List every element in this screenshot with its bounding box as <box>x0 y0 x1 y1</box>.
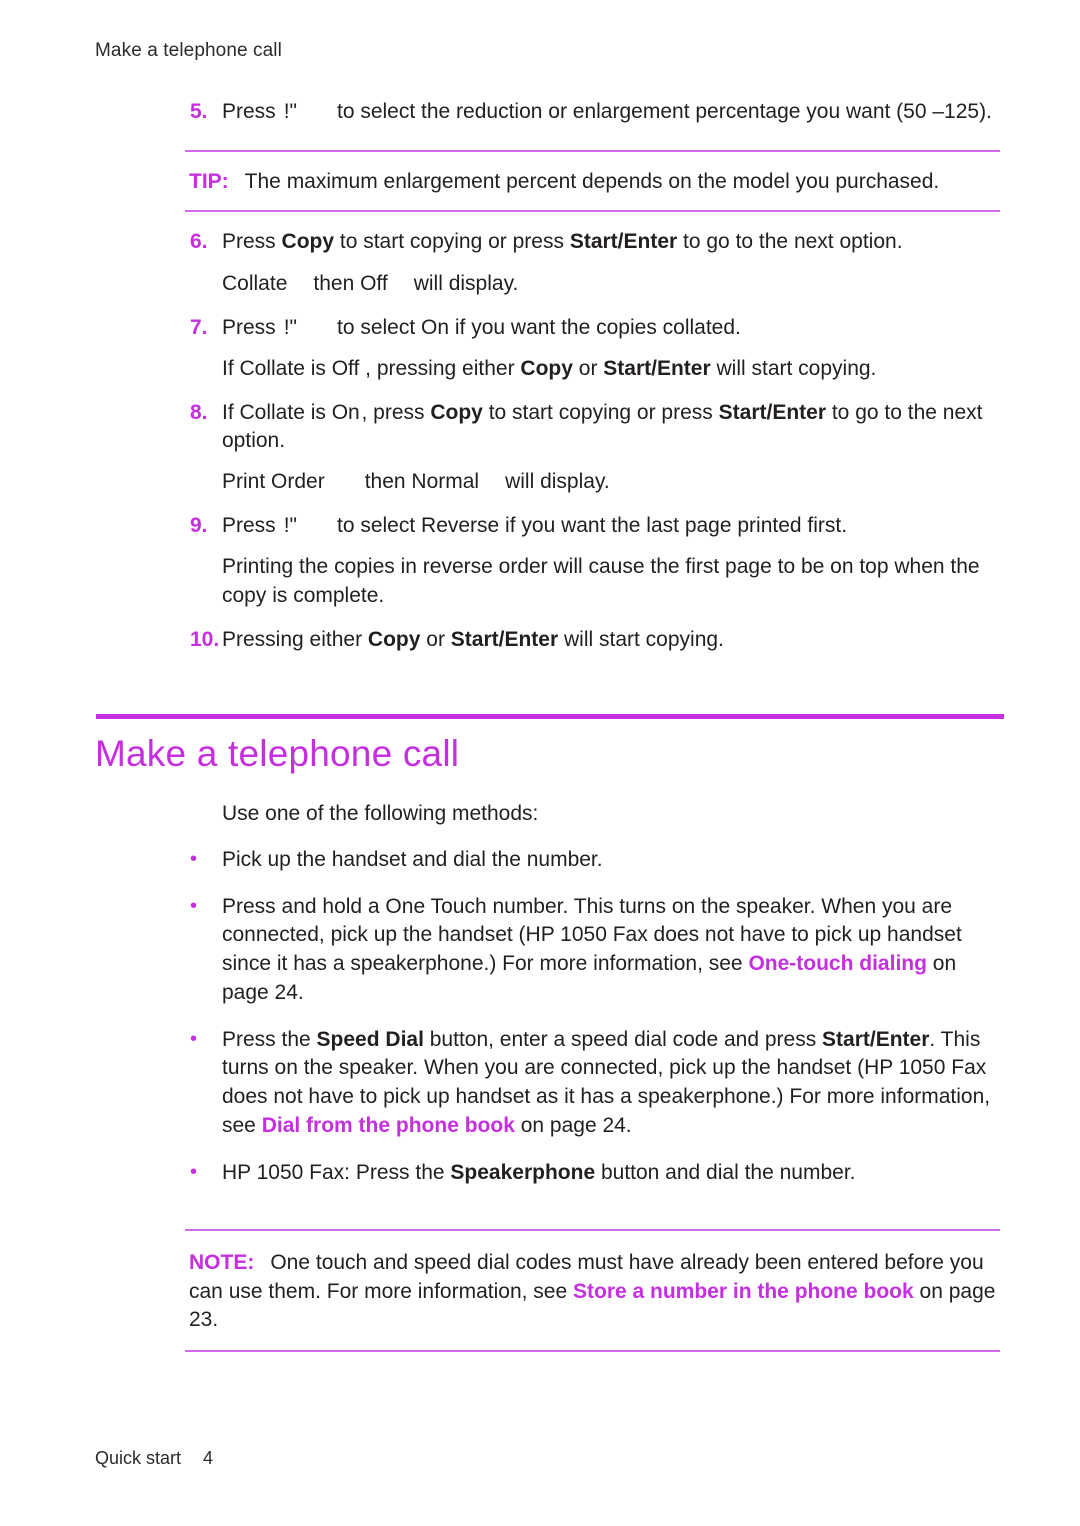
step-number: 8. <box>190 400 208 424</box>
list-item-text: Pick up the handset and dial the number. <box>222 847 603 871</box>
list-item-text-b: button and dial the number. <box>595 1160 856 1184</box>
step-text-post: to select Reverse if you want the last p… <box>336 514 848 538</box>
step-text-pre: Press <box>222 100 276 123</box>
button-name-speakerphone: Speakerphone <box>450 1160 596 1184</box>
step-text-a: Press <box>222 230 276 254</box>
step-text-pre: Press <box>222 514 276 538</box>
step-text-b: to start copying or press <box>339 230 564 254</box>
step-text: Pressing either Copy or Start/Enter will… <box>222 626 1005 654</box>
tip-label: TIP: <box>189 170 229 194</box>
note-callout-body: NOTE: One touch and speed dial codes must… <box>185 1249 1000 1334</box>
step-text-a: If Collate is On , press <box>222 400 425 424</box>
cross-reference-link[interactable]: Dial from the phone book <box>262 1114 515 1137</box>
running-header: Make a telephone call <box>95 40 282 61</box>
step-item: 8. If Collate is On , press Copy to star… <box>190 399 1005 455</box>
button-name-start-enter: Start/Enter <box>822 1027 930 1051</box>
bullet-icon: • <box>190 894 198 917</box>
step-text: Press !" to select Reverse if you want the… <box>222 512 1005 540</box>
step-subline: Collate then Off will display. <box>222 270 1005 298</box>
list-item-text-a: HP 1050 Fax: Press the <box>222 1160 451 1184</box>
display-value-normal: then Normal <box>364 470 480 494</box>
list-item: • Press the Speed Dial button, enter a s… <box>190 1026 1005 1141</box>
cross-reference-link[interactable]: Store a number in the phone book <box>573 1280 914 1303</box>
step-text: Press Copy to start copying or press Sta… <box>222 228 1005 256</box>
button-name-copy: Copy <box>367 627 421 651</box>
cross-reference-link[interactable]: One-touch dialing <box>748 952 927 975</box>
step-item: 5. Press !" to select the reduction or enl… <box>190 98 1005 126</box>
step-text: If Collate is On , press Copy to start c… <box>222 399 1005 455</box>
display-value-off: then Off <box>313 271 388 295</box>
arrow-key-symbol: !" <box>283 315 297 339</box>
button-name-start-enter: Start/Enter <box>450 627 559 651</box>
list-item-text-d: on page 24. <box>514 1113 632 1137</box>
step-number: 7. <box>190 315 208 339</box>
step-subline-tail: will display. <box>413 271 519 295</box>
step-number: 5. <box>190 100 208 123</box>
arrow-key-symbol: !" <box>283 514 297 538</box>
step-cont-c: will start copying. <box>716 356 877 380</box>
step-text-post: to select the reduction or enlargement p… <box>336 100 992 123</box>
step-text-c: to go to the next option. <box>683 230 903 254</box>
list-item-text: Press and hold a One Touch number. This … <box>222 893 1005 1008</box>
bullet-icon: • <box>190 1027 198 1050</box>
page-footer: Quick start 4 <box>95 1448 213 1469</box>
step-text: Press !" to select the reduction or enlarg… <box>222 98 1005 126</box>
button-name-copy: Copy <box>520 356 573 380</box>
step-number: 9. <box>190 514 208 538</box>
note-label: NOTE: <box>189 1251 255 1275</box>
step-item: 6. Press Copy to start copying or press … <box>190 228 1005 256</box>
list-item-text-a: Press the <box>222 1027 317 1051</box>
step-text-b: or <box>426 627 445 651</box>
button-name-start-enter: Start/Enter <box>718 400 826 424</box>
step-number: 10. <box>190 627 220 651</box>
button-name-copy: Copy <box>281 230 335 254</box>
step-cont-a: If Collate is Off , pressing either <box>222 356 515 380</box>
step-text-c: will start copying. <box>564 627 724 651</box>
step-subline-tail: will display. <box>505 470 610 494</box>
step-item: 9. Press !" to select Reverse if you want … <box>190 512 1005 540</box>
footer-page-number: 4 <box>203 1448 214 1468</box>
button-name-start-enter: Start/Enter <box>569 230 678 254</box>
section-divider-rule <box>96 713 1004 719</box>
button-name-copy: Copy <box>430 400 483 424</box>
display-label-print-order: Print Order <box>222 470 325 494</box>
step-number: 6. <box>190 230 208 254</box>
step-item: 10. Pressing either Copy or Start/Enter … <box>190 626 1005 654</box>
step-continuation: If Collate is Off , pressing either Copy… <box>222 355 1005 383</box>
list-item-text-b: button, enter a speed dial code and pres… <box>423 1027 823 1051</box>
button-name-speed-dial: Speed Dial <box>316 1027 424 1051</box>
list-item-text: HP 1050 Fax: Press the Speakerphone butt… <box>222 1159 1005 1188</box>
step-text: Press !" to select On if you want the copi… <box>222 314 1005 342</box>
page-title: Make a telephone call <box>95 732 460 774</box>
tip-callout-body: TIP: The maximum enlargement percent depe… <box>185 168 1000 196</box>
step-item: 7. Press !" to select On if you want the c… <box>190 314 1005 342</box>
step-text-post: to select On if you want the copies coll… <box>336 315 741 339</box>
step-continuation: Printing the copies in reverse order wil… <box>222 555 980 607</box>
document-page: Make a telephone call 5. Press !" to selec… <box>0 0 1080 1526</box>
step-subline: Print Order then Normal will display. <box>222 468 1005 496</box>
tip-text: The maximum enlargement percent depends … <box>244 170 940 194</box>
step-text-b: to start copying or press <box>488 400 713 424</box>
list-item: • Press and hold a One Touch number. Thi… <box>190 893 1005 1008</box>
step-text-a: Pressing either <box>222 627 363 651</box>
bullet-icon: • <box>190 1160 198 1183</box>
step-cont-b: or <box>578 356 598 380</box>
page-content: 5. Press !" to select the reduction or enl… <box>95 82 1005 1358</box>
display-label-collate: Collate <box>222 271 288 295</box>
list-item-text: Press the Speed Dial button, enter a spe… <box>222 1026 1005 1141</box>
button-name-start-enter: Start/Enter <box>603 356 711 380</box>
step-text-pre: Press <box>222 315 276 339</box>
tip-callout: TIP: The maximum enlargement percent depe… <box>185 150 1000 213</box>
section-intro: Use one of the following methods: <box>222 801 539 825</box>
footer-chapter: Quick start <box>95 1448 182 1468</box>
list-item: • HP 1050 Fax: Press the Speakerphone bu… <box>190 1159 1005 1188</box>
list-item: • Pick up the handset and dial the numbe… <box>190 846 1005 875</box>
arrow-key-symbol: !" <box>283 100 297 123</box>
bullet-icon: • <box>190 847 198 870</box>
note-callout: NOTE: One touch and speed dial codes must… <box>185 1229 1000 1353</box>
